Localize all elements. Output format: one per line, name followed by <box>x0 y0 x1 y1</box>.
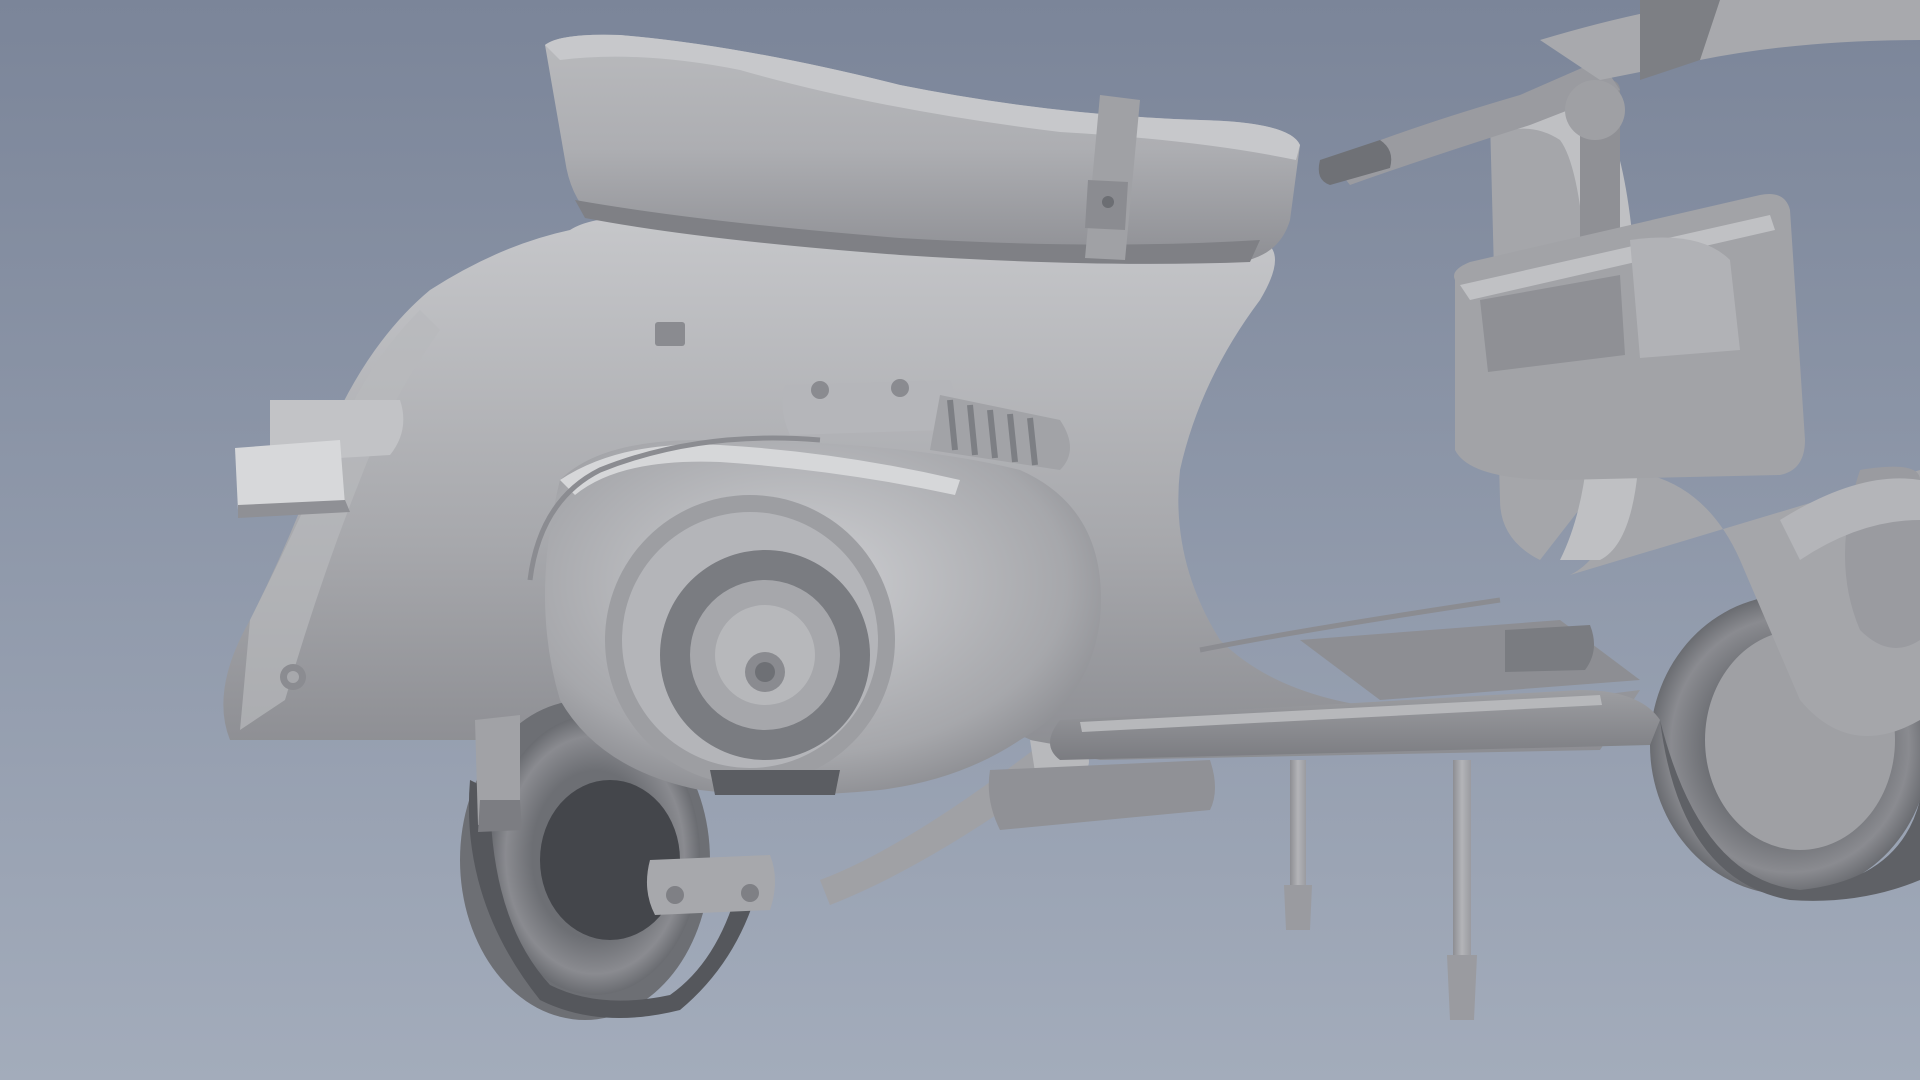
brake-pedal <box>1505 625 1594 672</box>
rear-suspension <box>475 715 522 832</box>
scooter-render <box>0 0 1920 1080</box>
rear-body-latch <box>655 322 685 346</box>
render-viewport <box>0 0 1920 1080</box>
engine-vent <box>710 770 840 795</box>
